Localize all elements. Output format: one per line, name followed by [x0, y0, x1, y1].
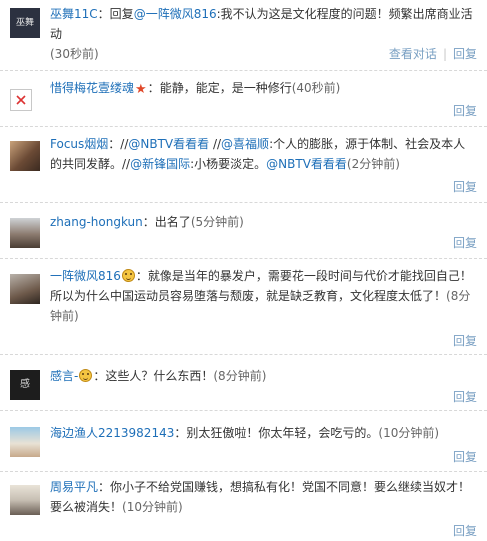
reply-link[interactable]: 回复 — [453, 47, 477, 61]
comment-body: 感言- ：这些人？什么东西！(8分钟前) — [50, 366, 477, 386]
timestamp: (40秒前) — [291, 81, 341, 95]
mention-link[interactable]: @一阵微风816 — [134, 7, 217, 21]
username-link[interactable]: 感言- — [50, 369, 78, 383]
timestamp: (10分钟前) — [122, 500, 183, 514]
user-avatar[interactable] — [10, 274, 40, 304]
comment-body: 惜得梅花壹缕魂★：能静，能定，是一种修行(40秒前) — [50, 78, 477, 98]
separator: ： — [174, 426, 187, 440]
username-link[interactable]: zhang-hongkun — [50, 215, 143, 229]
comment-item: 周易平凡：你小子不给党国赚钱，想搞私有化！党国不同意！要么继续当奴才！要么被消失… — [0, 472, 487, 541]
comment-actions: 回复 — [453, 179, 477, 195]
comment-item: 惜得梅花壹缕魂★：能静，能定，是一种修行(40秒前) 回复 — [0, 71, 487, 126]
reply-link[interactable]: 回复 — [453, 450, 477, 464]
username-link[interactable]: 一阵微风816 — [50, 269, 121, 283]
reply-link[interactable]: 回复 — [453, 524, 477, 538]
reply-link[interactable]: 回复 — [453, 334, 477, 348]
mention-link[interactable]: @新锋国际 — [130, 157, 190, 171]
timestamp: (2分钟前) — [346, 157, 400, 171]
separator: ： — [135, 269, 148, 283]
comment-text: 你小子不给党国赚钱，想搞私有化！党国不同意！要么继续当奴才！要么被消失！ — [50, 480, 471, 514]
separator: ： — [93, 369, 106, 383]
smile-emoticon — [79, 369, 93, 382]
comment-body: Focus烟烟：//@NBTV看看看 //@喜福顺:个人的膨胀，源于体制、社会及… — [50, 134, 477, 174]
mention-link[interactable]: @喜福顺 — [221, 137, 269, 151]
comment-actions: 查看对话 | 回复 — [389, 46, 477, 62]
mention-link[interactable]: @NBTV看看看 — [128, 137, 209, 151]
comment-actions: 回复 — [453, 235, 477, 251]
comment-text: 回复 — [109, 7, 134, 21]
timestamp: (8分钟前) — [213, 369, 267, 383]
timestamp: (10分钟前) — [378, 426, 440, 440]
comment-item: 一阵微风816 ：就像是当年的暴发户，需要花一段时间与代价才能找回自己！所以为什么… — [0, 259, 487, 354]
broken-image-avatar[interactable] — [10, 89, 32, 111]
star-emoticon: ★ — [135, 82, 147, 97]
comment-actions: 回复 — [453, 333, 477, 349]
avatar-text: 感 — [20, 379, 30, 390]
comment-body: zhang-hongkun：出名了(5分钟前) — [50, 212, 477, 232]
reply-link[interactable]: 回复 — [453, 236, 477, 250]
comment-text: :小杨要淡定。 — [190, 157, 267, 171]
user-avatar[interactable]: 巫舞 — [10, 8, 40, 38]
username-link[interactable]: 惜得梅花壹缕魂 — [50, 81, 134, 95]
comment-body: 一阵微风816 ：就像是当年的暴发户，需要花一段时间与代价才能找回自己！所以为什么… — [50, 266, 477, 326]
user-avatar[interactable]: 感 — [10, 370, 40, 400]
separator: ： — [142, 215, 155, 229]
reply-link[interactable]: 回复 — [453, 390, 477, 404]
username-link[interactable]: Focus烟烟 — [50, 137, 108, 151]
separator: ： — [147, 81, 160, 95]
separator: ： — [98, 480, 111, 494]
mention-link[interactable]: @NBTV看看看 — [266, 157, 347, 171]
comment-body: 海边渔人2213982143：别太狂傲啦！你太年轻，会吃亏的。(10分钟前) — [50, 423, 477, 443]
comment-text: 别太狂傲啦！你太年轻，会吃亏的。 — [186, 426, 379, 440]
comment-body: 周易平凡：你小子不给党国赚钱，想搞私有化！党国不同意！要么继续当奴才！要么被消失… — [50, 477, 477, 517]
user-avatar[interactable] — [10, 218, 40, 248]
comment-actions: 回复 — [453, 449, 477, 465]
divider: | — [442, 47, 447, 61]
username-link[interactable]: 巫舞11C — [50, 7, 98, 21]
comment-item: Focus烟烟：//@NBTV看看看 //@喜福顺:个人的膨胀，源于体制、社会及… — [0, 127, 487, 202]
comment-text: 能静，能定，是一种修行 — [159, 81, 292, 95]
comment-actions: 回复 — [453, 103, 477, 119]
avatar-text: 巫舞 — [15, 18, 34, 28]
user-avatar[interactable] — [10, 427, 40, 457]
separator: ： — [108, 137, 121, 151]
view-conversation-link[interactable]: 查看对话 — [389, 47, 437, 61]
user-avatar[interactable] — [10, 141, 40, 171]
comment-item: 感 感言- ：这些人？什么东西！(8分钟前) 回复 — [0, 355, 487, 410]
reply-link[interactable]: 回复 — [453, 180, 477, 194]
comment-text: // — [209, 137, 222, 151]
comment-item: 海边渔人2213982143：别太狂傲啦！你太年轻，会吃亏的。(10分钟前) 回… — [0, 411, 487, 471]
user-avatar[interactable] — [10, 485, 40, 515]
reply-link[interactable]: 回复 — [453, 104, 477, 118]
username-link[interactable]: 周易平凡 — [50, 480, 98, 494]
comment-text: 出名了 — [154, 215, 191, 229]
broken-image-icon — [16, 95, 26, 105]
timestamp: (5分钟前) — [190, 215, 244, 229]
username-link[interactable]: 海边渔人2213982143 — [50, 426, 174, 440]
comment-item: zhang-hongkun：出名了(5分钟前) 回复 — [0, 203, 487, 258]
separator: ： — [97, 7, 110, 21]
comment-item: 巫舞 巫舞11C：回复@一阵微风816:我不认为这是文化程度的问题！频繁出席商业… — [0, 0, 487, 70]
comment-text: 这些人？什么东西！ — [105, 369, 214, 383]
comment-actions: 回复 — [453, 523, 477, 539]
timestamp: (30秒前) — [50, 47, 99, 61]
comment-actions: 回复 — [453, 389, 477, 405]
smile-emoticon — [121, 269, 135, 282]
